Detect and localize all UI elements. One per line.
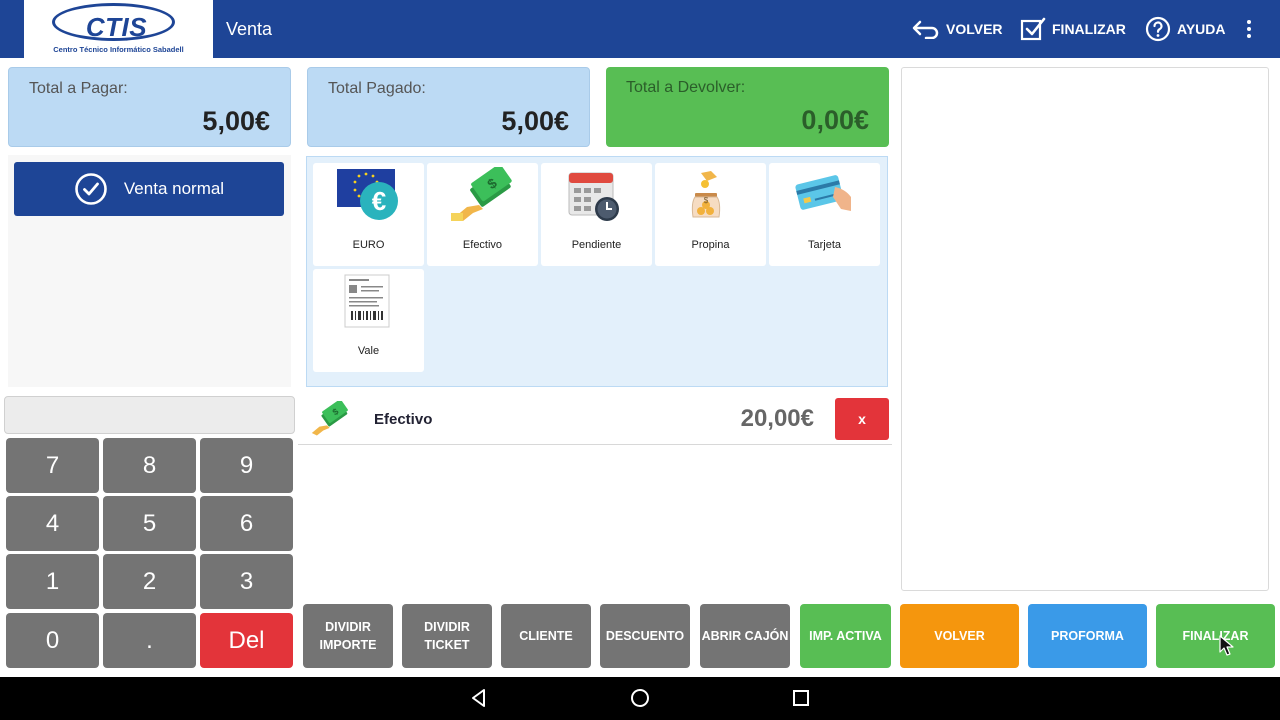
dividir-importe-button[interactable]: DIVIDIR IMPORTE [303,604,393,668]
header-ayuda-button[interactable]: AYUDA [1145,16,1226,42]
payment-method-tarjeta[interactable]: Tarjeta [769,163,880,266]
finalizar-button[interactable]: FINALIZAR [1156,604,1275,668]
logo-subtitle: Centro Técnico Informático Sabadell [53,45,184,54]
key-4[interactable]: 4 [6,496,99,551]
cash-hand-icon: $ [451,167,512,221]
header-finalizar-label: FINALIZAR [1052,21,1126,37]
key-0[interactable]: 0 [6,613,99,668]
back-icon[interactable] [468,687,490,709]
check-circle-icon [75,173,107,205]
dividir-ticket-button[interactable]: DIVIDIR TICKET [402,604,492,668]
remove-payment-button[interactable]: x [835,398,889,440]
logo-oval: CTIS [52,3,175,42]
top-app-bar: CTIS Centro Técnico Informático Sabadell… [0,0,1280,58]
volver-button[interactable]: VOLVER [900,604,1019,668]
total-a-pagar-card: Total a Pagar: 5,00€ [8,67,291,147]
header-finalizar-button[interactable]: FINALIZAR [1020,16,1126,42]
header-volver-label: VOLVER [946,21,1003,37]
page-title: Venta [226,19,273,39]
payment-method-vale[interactable]: Vale [313,269,424,372]
credit-card-icon [795,175,851,211]
payment-line-name: Efectivo [374,411,433,428]
header-ayuda-label: AYUDA [1177,21,1226,37]
total-a-pagar-label: Total a Pagar: [29,80,128,97]
payment-method-propina[interactable]: $ Propina [655,163,766,266]
logo-text: CTIS [85,12,148,42]
overflow-menu-icon[interactable] [1238,17,1260,41]
total-pagado-label: Total Pagado: [328,80,426,97]
key-1[interactable]: 1 [6,554,99,609]
venta-normal-button[interactable]: Venta normal [14,162,284,216]
descuento-button[interactable]: DESCUENTO [600,604,690,668]
payment-method-propina-label: Propina [691,239,730,251]
total-pagado-card: Total Pagado: 5,00€ [307,67,590,147]
imp-activa-button[interactable]: IMP. ACTIVA [800,604,891,668]
payment-line-amount: 20,00€ [740,405,814,432]
payment-method-efectivo[interactable]: $ Efectivo [427,163,538,266]
help-icon [1145,16,1171,42]
android-nav-bar [0,677,1280,720]
key-2[interactable]: 2 [103,554,196,609]
payment-method-euro[interactable]: € EURO [313,163,424,266]
proforma-button[interactable]: PROFORMA [1028,604,1147,668]
key-decimal[interactable]: . [103,613,196,668]
payment-method-efectivo-label: Efectivo [462,239,503,251]
payment-method-tarjeta-label: Tarjeta [807,239,842,251]
svg-text:$: $ [704,196,709,205]
key-9[interactable]: 9 [200,438,293,493]
payment-line: $ Efectivo 20,00€ x [298,391,892,445]
undo-arrow-icon [912,20,939,39]
total-a-devolver-card: Total a Devolver: 0,00€ [606,67,889,147]
total-a-devolver-label: Total a Devolver: [626,79,746,96]
tip-jar-icon: $ [691,171,721,218]
key-5[interactable]: 5 [103,496,196,551]
euro-flag-icon: € [337,169,398,220]
payment-method-euro-label: EURO [352,239,385,251]
key-7[interactable]: 7 [6,438,99,493]
payment-methods-panel: € EURO $ Efectivo Pendiente $ Propina Ta… [306,156,888,387]
voucher-receipt-icon [344,274,390,328]
venta-normal-label: Venta normal [123,179,225,198]
home-icon[interactable] [629,687,651,709]
payment-method-pendiente-label: Pendiente [571,239,622,251]
ctis-logo: CTIS Centro Técnico Informático Sabadell [24,0,213,58]
keypad-display[interactable] [4,396,295,434]
total-a-pagar-value: 5,00€ [202,106,270,136]
mouse-cursor-icon [1219,635,1234,656]
payment-method-vale-label: Vale [357,345,380,357]
abrir-cajon-button[interactable]: ABRIR CAJÓN [700,604,790,668]
checkbox-icon [1020,17,1046,41]
total-pagado-value: 5,00€ [501,106,569,136]
key-3[interactable]: 3 [200,554,293,609]
key-6[interactable]: 6 [200,496,293,551]
total-a-devolver-value: 0,00€ [801,105,869,135]
payment-method-pendiente[interactable]: Pendiente [541,163,652,266]
key-8[interactable]: 8 [103,438,196,493]
svg-text:€: € [372,186,386,216]
key-delete[interactable]: Del [200,613,293,668]
header-volver-button[interactable]: VOLVER [912,16,1003,42]
cash-hand-icon: $ [311,401,348,436]
ticket-preview-panel [901,67,1269,591]
calendar-clock-icon [568,172,619,221]
cliente-button[interactable]: CLIENTE [501,604,591,668]
recents-icon[interactable] [790,687,812,709]
